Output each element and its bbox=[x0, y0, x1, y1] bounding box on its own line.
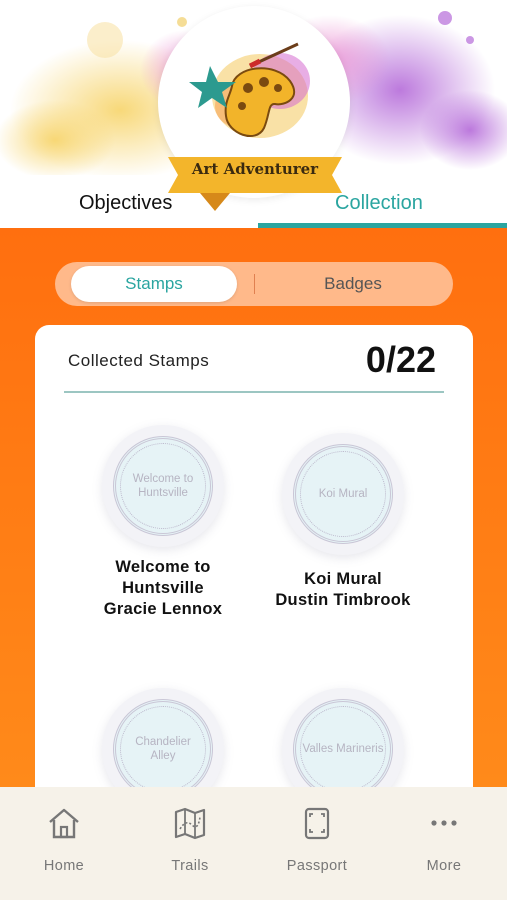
stamps-badges-toggle: Stamps Badges bbox=[55, 262, 453, 306]
stamp-text: Koi Mural bbox=[318, 487, 368, 500]
stamp-text: Chandelier Alley bbox=[135, 735, 191, 762]
nav-trails[interactable]: Trails bbox=[140, 801, 240, 881]
stamp-text: Welcome to Huntsville bbox=[132, 472, 194, 499]
stamp-text: Valles Marineris bbox=[302, 742, 384, 755]
map-icon bbox=[174, 807, 206, 840]
stamp-koi-mural[interactable]: Koi Mural bbox=[282, 433, 404, 555]
stamp-chandelier-alley[interactable]: Chandelier Alley bbox=[102, 688, 224, 788]
stamp-label: Welcome to Huntsville Gracie Lennox bbox=[103, 558, 223, 618]
nav-home[interactable]: Home bbox=[14, 801, 114, 881]
header: Art Adventurer Objectives Collection bbox=[0, 0, 507, 228]
divider bbox=[64, 391, 444, 393]
nav-label: Passport bbox=[286, 858, 348, 874]
segment-badges[interactable]: Badges bbox=[287, 266, 419, 302]
paint-palette-logo bbox=[189, 42, 310, 138]
nav-label: Trails bbox=[171, 858, 209, 874]
collection-panel: Stamps Badges Collected Stamps 0/22 Welc… bbox=[0, 228, 507, 788]
card-title: Collected Stamps bbox=[68, 351, 210, 370]
stamp-welcome-to-huntsville[interactable]: Welcome to Huntsville bbox=[102, 425, 224, 547]
nav-label: More bbox=[426, 858, 462, 874]
nav-label: Home bbox=[43, 858, 85, 874]
more-icon bbox=[431, 820, 457, 826]
tab-objectives[interactable]: Objectives bbox=[79, 192, 172, 215]
nav-passport[interactable]: Passport bbox=[267, 801, 367, 881]
stamps-card: Collected Stamps 0/22 Welcome to Huntsvi… bbox=[35, 325, 473, 788]
passport-icon bbox=[304, 807, 330, 840]
segment-divider bbox=[254, 274, 255, 294]
nav-more[interactable]: More bbox=[394, 801, 494, 881]
stamp-valles-marineris[interactable]: Valles Marineris bbox=[282, 688, 404, 788]
tab-collection[interactable]: Collection bbox=[335, 192, 423, 215]
app-title: Art Adventurer bbox=[191, 160, 319, 178]
stamp-count: 0/22 bbox=[365, 339, 436, 380]
home-icon bbox=[49, 808, 79, 839]
segment-stamps[interactable]: Stamps bbox=[71, 266, 237, 302]
bottom-navigation: Home Trails Passport More bbox=[0, 787, 507, 900]
stamp-label: Koi Mural Dustin Timbrook bbox=[275, 570, 411, 609]
